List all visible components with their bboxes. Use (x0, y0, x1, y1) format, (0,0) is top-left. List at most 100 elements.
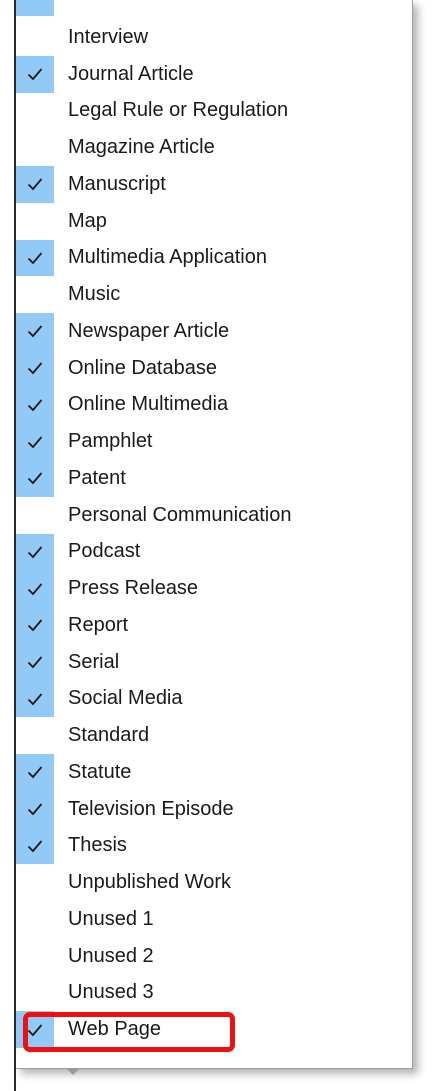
check-area (16, 203, 54, 240)
menu-item-label: Unused 2 (68, 944, 154, 967)
document-type-dropdown-menu: Interview Journal Article Legal Rule or Re… (16, 0, 413, 1069)
checkmark-icon (27, 399, 43, 412)
menu-item-pamphlet[interactable]: Pamphlet (16, 423, 412, 460)
checkmark-icon (27, 546, 43, 559)
menu-item-manuscript[interactable]: Manuscript (16, 166, 412, 203)
check-area (16, 423, 54, 460)
menu-item-newspaper-article[interactable]: Newspaper Article (16, 313, 412, 350)
menu-item-journal-article[interactable]: Journal Article (16, 55, 412, 93)
menu-item-magazine-article[interactable]: Magazine Article (16, 129, 412, 166)
check-area (16, 239, 54, 277)
check-area (16, 533, 54, 571)
menu-item-online-database[interactable]: Online Database (16, 349, 412, 387)
menu-item-serial[interactable]: Serial (16, 643, 412, 681)
menu-item-statute[interactable]: Statute (16, 754, 412, 791)
check-area (16, 166, 54, 203)
checkmark-icon (27, 472, 43, 485)
checkmark-icon (27, 362, 43, 375)
menu-item-unused-1[interactable]: Unused 1 (16, 901, 412, 938)
menu-item-unpublished-work[interactable]: Unpublished Work (16, 864, 412, 901)
checkmark-icon (27, 68, 43, 81)
checkmark-icon (27, 840, 43, 853)
check-area (16, 93, 54, 130)
checkmark-icon (27, 619, 43, 632)
check-area (16, 717, 54, 754)
menu-item-label: Television Episode (68, 797, 234, 820)
check-area (16, 349, 54, 387)
menu-item-multimedia-application[interactable]: Multimedia Application (16, 239, 412, 277)
menu-item-label: Patent (68, 466, 126, 489)
check-area (16, 790, 54, 828)
check-area (16, 901, 54, 938)
menu-item-label: Legal Rule or Regulation (68, 99, 289, 122)
scroll-down-arrow-icon[interactable] (66, 1068, 80, 1075)
checkmark-icon (27, 583, 43, 595)
check-area (16, 1011, 54, 1048)
menu-item-map[interactable]: Map (16, 203, 412, 240)
menu-item-label: Unused 1 (68, 907, 154, 930)
menu-item-personal-communication[interactable]: Personal Communication (16, 497, 412, 534)
menu-item-legal-rule-or-regulation[interactable]: Legal Rule or Regulation (16, 93, 412, 130)
menu-item-social-media[interactable]: Social Media (16, 680, 412, 718)
menu-item-online-multimedia[interactable]: Online Multimedia (16, 386, 412, 424)
check-area (16, 313, 54, 350)
menu-item-label: Statute (68, 760, 132, 783)
menu-item-label: Unpublished Work (68, 871, 232, 894)
checkmark-icon (27, 1024, 43, 1036)
menu-item-label: Music (68, 283, 121, 306)
menu-item-label: Journal Article (68, 62, 194, 85)
check-area (16, 386, 54, 424)
menu-item-podcast[interactable]: Podcast (16, 533, 412, 571)
menu-item-unused-2[interactable]: Unused 2 (16, 938, 412, 975)
menu-item-label: Report (68, 613, 129, 636)
menu-item-label: Online Database (68, 356, 217, 379)
menu-item-label: Standard (68, 724, 150, 747)
menu-item-thesis[interactable]: Thesis (16, 827, 412, 865)
menu-item-label: Multimedia Application (68, 246, 267, 269)
check-area (16, 680, 54, 718)
menu-item-list: Interview Journal Article Legal Rule or Re… (16, 19, 412, 1048)
menu-item-label: Pamphlet (68, 430, 153, 453)
check-area (16, 754, 54, 791)
menu-item-unused-3[interactable]: Unused 3 (16, 975, 412, 1012)
menu-item-label: Interview (68, 25, 149, 48)
menu-item-patent[interactable]: Patent (16, 460, 412, 497)
menu-item-label: Magazine Article (68, 136, 215, 159)
check-area (16, 55, 54, 93)
menu-item-label: Serial (68, 650, 120, 673)
checkmark-icon (27, 766, 43, 779)
checkmark-icon (27, 436, 43, 448)
checkmark-icon (27, 693, 43, 706)
menu-item-label: Newspaper Article (68, 319, 230, 342)
menu-item-label: Podcast (68, 540, 141, 563)
menu-item-report[interactable]: Report (16, 607, 412, 644)
menu-item-television-episode[interactable]: Television Episode (16, 790, 412, 828)
checkmark-icon (27, 252, 43, 265)
check-area (16, 570, 54, 607)
check-area (16, 276, 54, 313)
previous-item-check-background (16, 0, 54, 16)
menu-item-label: Unused 3 (68, 981, 154, 1004)
menu-item-interview[interactable]: Interview (16, 19, 412, 56)
check-area (16, 129, 54, 166)
checkmark-icon (27, 656, 43, 669)
menu-item-press-release[interactable]: Press Release (16, 570, 412, 607)
check-area (16, 460, 54, 497)
menu-item-label: Web Page (68, 1018, 162, 1041)
check-area (16, 864, 54, 901)
menu-item-label: Online Multimedia (68, 393, 229, 416)
menu-item-label: Social Media (68, 687, 183, 710)
check-area (16, 19, 54, 56)
check-area (16, 607, 54, 644)
checkmark-icon (27, 178, 43, 191)
menu-item-label: Manuscript (68, 172, 166, 195)
check-area (16, 643, 54, 681)
menu-item-label: Press Release (68, 577, 199, 600)
menu-item-label: Thesis (68, 834, 127, 857)
checkmark-icon (27, 803, 43, 816)
checkmark-icon (27, 325, 43, 338)
check-area (16, 497, 54, 534)
menu-item-web-page[interactable]: Web Page (16, 1011, 412, 1048)
menu-item-standard[interactable]: Standard (16, 717, 412, 754)
menu-item-music[interactable]: Music (16, 276, 412, 313)
